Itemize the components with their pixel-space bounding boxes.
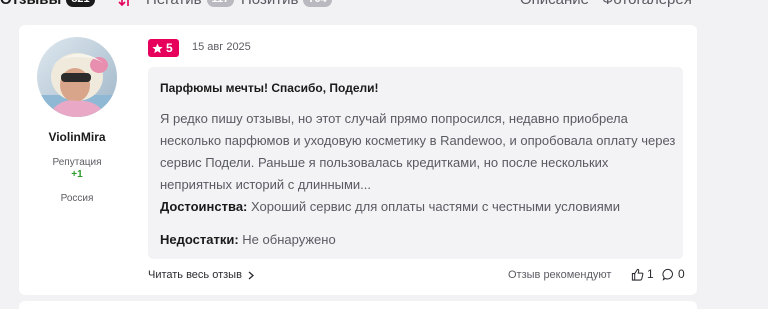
rating-badge: 5: [148, 39, 179, 57]
review-cons: Недостатки: Не обнаружено: [160, 232, 336, 247]
tab-positive[interactable]: Позитив 704: [241, 0, 332, 8]
tab-reviews-label: Отзывы: [0, 0, 61, 8]
like-button[interactable]: 1: [631, 267, 654, 281]
recommend-label: Отзыв рекомендуют: [508, 269, 612, 281]
review-title: Парфюмы мечты! Спасибо, Подели!: [160, 81, 379, 95]
rating-value: 5: [166, 41, 173, 55]
sort-icon[interactable]: [118, 0, 132, 8]
tab-negative-count: 117: [206, 0, 235, 7]
avatar[interactable]: [37, 37, 117, 117]
read-more-label: Читать весь отзыв: [148, 269, 242, 281]
avatar-image: [37, 37, 117, 117]
comments-button[interactable]: 0: [662, 267, 685, 281]
author-name[interactable]: ViolinMira: [19, 130, 135, 144]
tab-description[interactable]: Описание: [520, 0, 589, 8]
next-review-card: [19, 301, 697, 309]
star-icon: [152, 42, 163, 53]
tab-positive-count: 704: [303, 0, 332, 7]
author-country: Россия: [60, 193, 94, 204]
review-tabs: Отзывы 821 Негатив 117 Позитив 704 Описа…: [0, 0, 768, 13]
tab-negative[interactable]: Негатив 117: [146, 0, 235, 8]
comment-count: 0: [678, 267, 685, 281]
tab-negative-label: Негатив: [146, 0, 202, 8]
review-body: Парфюмы мечты! Спасибо, Подели! Я редко …: [148, 67, 683, 259]
reputation-label: Репутация: [52, 157, 102, 168]
chevron-right-icon: [248, 271, 254, 279]
pros-text: Хороший сервис для оплаты частями с чест…: [251, 199, 620, 214]
tab-positive-label: Позитив: [241, 0, 298, 8]
reputation-value: +1: [71, 169, 83, 180]
pros-label: Достоинства:: [160, 199, 248, 214]
cons-text: Не обнаружено: [242, 232, 336, 247]
review-date: 15 авг 2025: [192, 41, 251, 53]
tab-reviews-count: 821: [66, 0, 95, 7]
review-pros: Достоинства: Хороший сервис для оплаты ч…: [160, 199, 620, 214]
tab-gallery[interactable]: Фотогалерея: [602, 0, 692, 8]
read-full-review-link[interactable]: Читать весь отзыв: [148, 269, 254, 281]
review-card: ViolinMira Репутация +1 Россия 5 15 авг …: [19, 25, 697, 295]
thumbs-up-icon: [631, 268, 644, 281]
tab-reviews[interactable]: Отзывы 821: [0, 0, 95, 8]
review-text: Я редко пишу отзывы, но этот случай прям…: [160, 111, 676, 192]
like-count: 1: [647, 267, 654, 281]
cons-label: Недостатки:: [160, 232, 239, 247]
comment-icon: [662, 268, 673, 281]
